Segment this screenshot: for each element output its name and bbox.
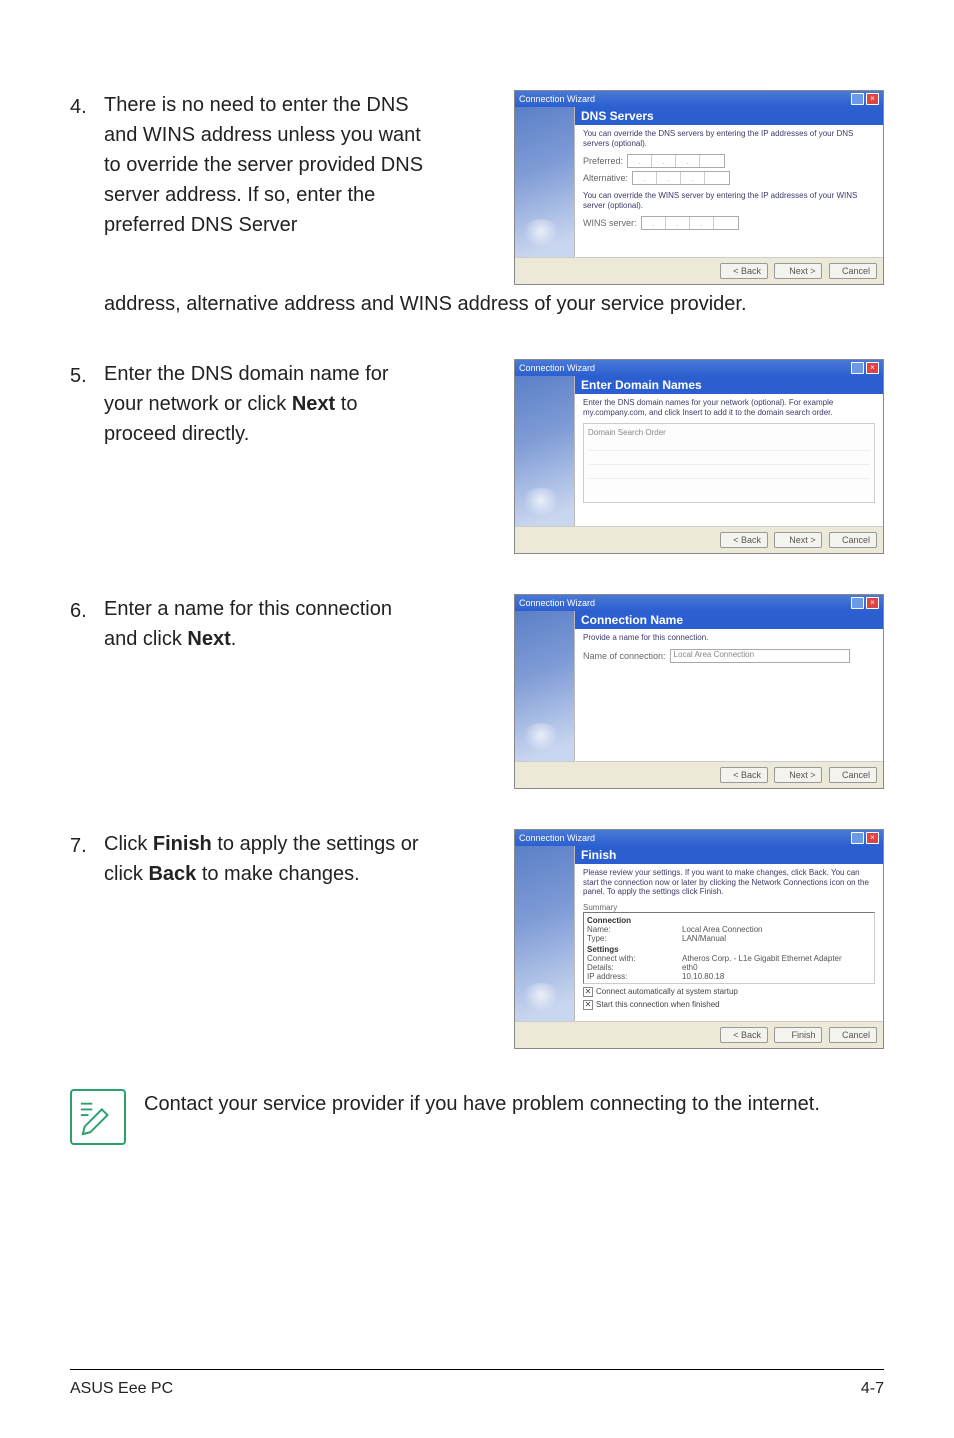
wizard-banner: DNS Servers [575, 107, 883, 125]
wizard-banner: Enter Domain Names [575, 376, 883, 394]
minimize-icon[interactable] [851, 362, 864, 374]
back-button[interactable]: < Back [720, 532, 768, 548]
wins-label: WINS server: [583, 218, 637, 228]
minimize-icon[interactable] [851, 832, 864, 844]
step-number: 7. [70, 829, 104, 861]
wizard-domain: Connection Wizard × Enter Domain Names E… [514, 359, 884, 554]
wizard-title: Connection Wizard [519, 833, 595, 843]
wizard-title: Connection Wizard [519, 598, 595, 608]
wizard-titlebar: Connection Wizard × [515, 595, 883, 611]
cancel-button[interactable]: Cancel [829, 532, 877, 548]
wizard-titlebar: Connection Wizard × [515, 830, 883, 846]
summary-box: Connection Name:Local Area Connection Ty… [583, 912, 875, 984]
cancel-button[interactable]: Cancel [829, 767, 877, 783]
note-callout: Contact your service provider if you hav… [70, 1089, 884, 1175]
wizard-desc2: You can override the WINS server by ente… [583, 191, 875, 210]
connection-name-label: Name of connection: [583, 651, 666, 661]
step-number: 6. [70, 594, 104, 626]
next-button[interactable]: Next > [774, 532, 822, 548]
domain-search-order: Domain Search Order [583, 423, 875, 503]
wizard-finish: Connection Wizard × Finish Please review… [514, 829, 884, 1049]
checkbox-autostart[interactable]: ✕Connect automatically at system startup [583, 987, 875, 997]
step7-text: Click Finish to apply the settings or cl… [104, 829, 424, 889]
close-icon[interactable]: × [866, 93, 879, 105]
step5-text: Enter the DNS domain name for your netwo… [104, 359, 424, 449]
wizard-dns: Connection Wizard × DNS Servers You can … [514, 90, 884, 285]
connection-name-input[interactable]: Local Area Connection [670, 649, 850, 663]
summary-label: Summary [583, 903, 875, 912]
wizard-connection-name: Connection Wizard × Connection Name Prov… [514, 594, 884, 789]
wizard-titlebar: Connection Wizard × [515, 360, 883, 376]
wizard-sidebar-art [515, 846, 575, 1021]
step6-text: Enter a name for this connection and cli… [104, 594, 424, 654]
wizard-desc: Provide a name for this connection. [583, 633, 875, 643]
back-button[interactable]: < Back [720, 263, 768, 279]
minimize-icon[interactable] [851, 93, 864, 105]
step-number: 5. [70, 359, 104, 391]
finish-button[interactable]: Finish [774, 1027, 822, 1043]
back-button[interactable]: < Back [720, 767, 768, 783]
preferred-label: Preferred: [583, 156, 623, 166]
alternative-ip-input[interactable]: ... [632, 171, 730, 185]
step4-text-a: There is no need to enter the DNS and WI… [104, 90, 424, 240]
close-icon[interactable]: × [866, 597, 879, 609]
next-button[interactable]: Next > [774, 263, 822, 279]
wizard-banner: Finish [575, 846, 883, 864]
wizard-banner: Connection Name [575, 611, 883, 629]
step4-text-b: address, alternative address and WINS ad… [104, 289, 804, 319]
minimize-icon[interactable] [851, 597, 864, 609]
wizard-desc: Enter the DNS domain names for your netw… [583, 398, 875, 417]
footer-left: ASUS Eee PC [70, 1380, 173, 1398]
wizard-desc: Please review your settings. If you want… [583, 868, 875, 897]
step-number: 4. [70, 90, 104, 122]
alternative-label: Alternative: [583, 173, 628, 183]
wizard-sidebar-art [515, 611, 575, 761]
note-icon [70, 1089, 126, 1145]
wizard-titlebar: Connection Wizard × [515, 91, 883, 107]
close-icon[interactable]: × [866, 832, 879, 844]
wins-ip-input[interactable]: ... [641, 216, 739, 230]
next-button[interactable]: Next > [774, 767, 822, 783]
wizard-title: Connection Wizard [519, 94, 595, 104]
cancel-button[interactable]: Cancel [829, 1027, 877, 1043]
preferred-ip-input[interactable]: ... [627, 154, 725, 168]
close-icon[interactable]: × [866, 362, 879, 374]
note-text: Contact your service provider if you hav… [144, 1089, 820, 1119]
wizard-sidebar-art [515, 376, 575, 526]
footer-right: 4-7 [861, 1380, 884, 1398]
wizard-sidebar-art [515, 107, 575, 257]
wizard-title: Connection Wizard [519, 363, 595, 373]
back-button[interactable]: < Back [720, 1027, 768, 1043]
wizard-desc: You can override the DNS servers by ente… [583, 129, 875, 148]
page-footer: ASUS Eee PC 4-7 [70, 1369, 884, 1398]
cancel-button[interactable]: Cancel [829, 263, 877, 279]
checkbox-start-now[interactable]: ✕Start this connection when finished [583, 1000, 875, 1010]
